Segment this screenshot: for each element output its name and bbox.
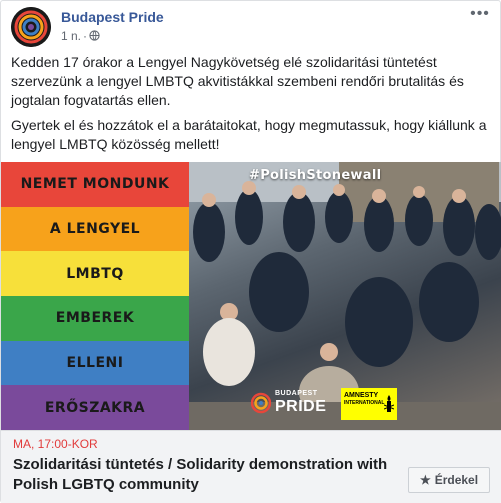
hashtag-text: #PolishStonewall — [249, 168, 382, 183]
facebook-post: Budapest Pride 1 n. · ••• Kedden 17 órako… — [0, 0, 501, 503]
star-icon: ★ — [419, 473, 431, 487]
candle-icon — [384, 395, 394, 412]
rainbow-stripes: NEMET MONDUNK A LENGYEL LMBTQ EMBEREK EL… — [1, 162, 189, 430]
amnesty-badge: AMNESTY INTERNATIONAL — [341, 388, 397, 420]
interested-label: Érdekel — [434, 473, 479, 487]
event-title[interactable]: Szolidaritási tüntetés / Solidarity demo… — [13, 455, 393, 495]
stripe-4: EMBEREK — [1, 296, 189, 341]
logo-small-text: BUDAPEST — [275, 390, 318, 397]
ellipsis-icon[interactable]: ••• — [469, 6, 491, 27]
page-name-link[interactable]: Budapest Pride — [61, 9, 164, 25]
budapest-pride-logo-icon — [11, 7, 51, 47]
post-image[interactable]: NEMET MONDUNK A LENGYEL LMBTQ EMBEREK EL… — [1, 162, 501, 430]
post-meta: 1 n. · — [61, 29, 100, 43]
globe-icon — [89, 30, 100, 41]
stripe-3: LMBTQ — [1, 251, 189, 297]
post-paragraph-1: Kedden 17 órakor a Lengyel Nagykövetség … — [11, 54, 464, 108]
stripe-5: ELLENI — [1, 340, 189, 386]
post-header: Budapest Pride 1 n. · ••• — [11, 6, 491, 47]
meta-separator: · — [83, 29, 88, 43]
interested-button[interactable]: ★ Érdekel — [408, 467, 490, 493]
pride-mark-icon — [251, 392, 271, 414]
event-time: MA, 17:00-KOR — [13, 437, 98, 451]
stripe-6: ERŐSZAKRA — [1, 385, 189, 430]
post-time[interactable]: 1 n. — [61, 29, 81, 43]
stripe-1: NEMET MONDUNK — [1, 162, 189, 207]
stripe-2: A LENGYEL — [1, 206, 189, 252]
budapest-pride-badge: BUDAPEST PRIDE — [251, 387, 327, 419]
post-text: Kedden 17 órakor a Lengyel Nagykövetség … — [11, 53, 495, 160]
post-paragraph-2: Gyertek el és hozzátok el a barátaitokat… — [11, 117, 487, 152]
logo-big-text: PRIDE — [275, 398, 327, 415]
page-avatar[interactable] — [11, 7, 51, 47]
event-card[interactable]: MA, 17:00-KOR Szolidaritási tüntetés / S… — [1, 430, 501, 503]
